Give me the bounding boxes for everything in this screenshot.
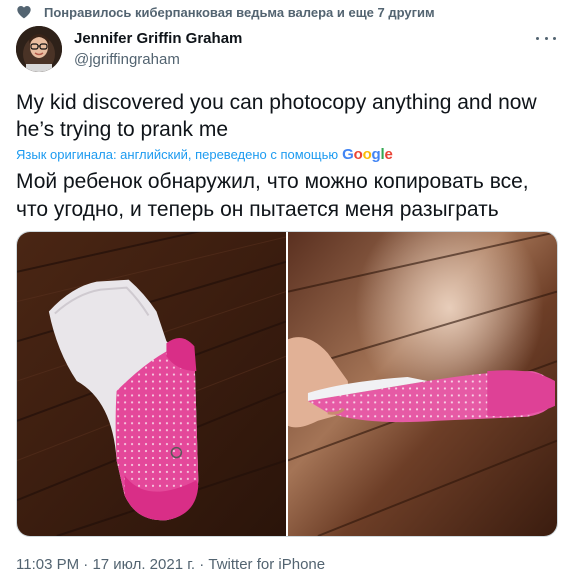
author-name[interactable]: Jennifer Griffin Graham <box>74 30 242 47</box>
photo-sock-on-floor[interactable] <box>17 232 286 536</box>
tweet-source[interactable]: Twitter for iPhone <box>208 556 325 573</box>
google-logo-letter: e <box>384 146 393 163</box>
heart-icon <box>17 6 31 19</box>
tweet-text: My kid discovered you can photocopy anyt… <box>16 91 537 141</box>
google-logo: Google <box>342 146 393 163</box>
more-options-icon <box>536 36 539 40</box>
google-logo-text: Google <box>342 146 393 163</box>
media-grid <box>16 231 558 537</box>
translated-text: Мой ребенок обнаружил, что можно копиров… <box>16 170 529 221</box>
meta-separator: · <box>199 556 205 573</box>
photo-paper-sock[interactable] <box>288 232 557 536</box>
more-options-icon-dot <box>553 36 556 40</box>
google-logo-letter: o <box>362 146 372 163</box>
social-context: Понравилось киберпанковая ведьма валера … <box>16 2 435 22</box>
more-options-button[interactable] <box>536 30 556 46</box>
google-logo-letter: o <box>353 146 363 163</box>
tweet-time[interactable]: 11:03 PM <box>16 556 79 573</box>
social-context-text[interactable]: Понравилось киберпанковая ведьма валера … <box>44 5 435 20</box>
meta-separator: · <box>83 556 89 573</box>
tweet-date[interactable]: 17 июл. 2021 г. <box>92 556 195 573</box>
translation-label[interactable]: Язык оригинала: английский, переведено с… <box>16 147 338 162</box>
more-options-icon-dot <box>544 36 548 40</box>
translation-attribution: Язык оригинала: английский, переведено с… <box>16 146 393 163</box>
photo-paper-sock-image <box>288 232 557 536</box>
tweet-metadata: 11:03 PM · 17 июл. 2021 г. · Twitter for… <box>16 556 325 573</box>
google-logo-letter: g <box>371 146 381 163</box>
author-handle[interactable]: @jgriffingraham <box>74 51 180 68</box>
google-logo-letter: G <box>342 146 354 163</box>
photo-sock-image <box>17 232 286 536</box>
avatar[interactable] <box>16 26 62 72</box>
